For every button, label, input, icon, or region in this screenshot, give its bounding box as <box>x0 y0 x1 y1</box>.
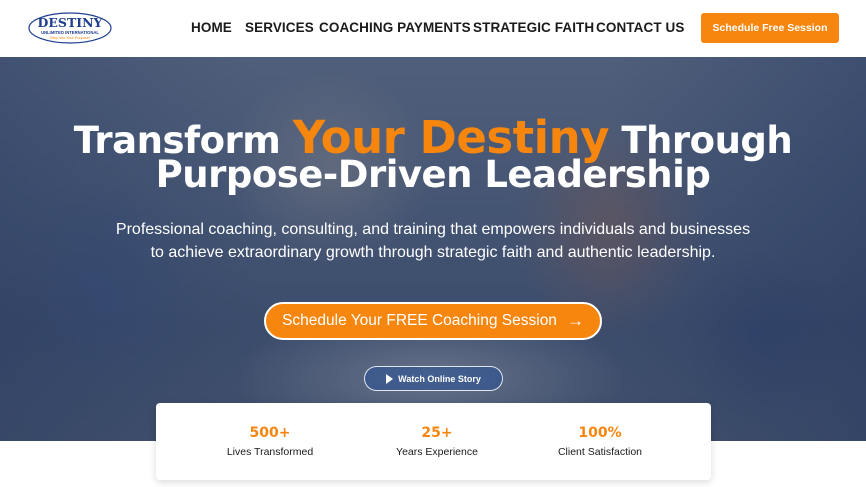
nav-home[interactable]: HOME <box>191 20 232 35</box>
nav-coaching-payments[interactable]: COACHING PAYMENTS <box>319 20 471 35</box>
stat-value: 25+ <box>421 425 453 441</box>
play-icon <box>386 373 394 384</box>
nav-services[interactable]: SERVICES <box>245 20 314 35</box>
watch-online-story-button[interactable]: Watch Online Story <box>364 366 503 391</box>
stat-label: Years Experience <box>396 446 478 458</box>
hero-section: Transform Your Destiny Through Purpose-D… <box>0 57 866 441</box>
nav-contact-us[interactable]: CONTACT US <box>596 20 685 35</box>
logo-subtitle: UNLIMITED INTERNATIONAL <box>41 30 99 35</box>
hero-subtitle-line2: to achieve extraordinary growth through … <box>150 244 716 261</box>
stat-value: 500+ <box>249 425 291 441</box>
logo-tagline: Step Into Your Purpose! <box>50 36 90 40</box>
logo-wordmark: DESTINY <box>38 15 104 30</box>
hero-subtitle-line1: Professional coaching, consulting, and t… <box>115 221 751 238</box>
hero-headline-line2: Purpose-Driven Leadership <box>155 153 711 196</box>
stat-lives-transformed: 500+ Lives Transformed <box>190 425 350 458</box>
stat-value: 100% <box>578 425 622 441</box>
arrow-right-icon: → <box>566 311 584 330</box>
stat-label: Lives Transformed <box>226 446 314 458</box>
site-header: DESTINY UNLIMITED INTERNATIONAL Step Int… <box>0 0 866 57</box>
stat-years-experience: 25+ Years Experience <box>357 425 517 458</box>
schedule-coaching-session-button[interactable]: Schedule Your FREE Coaching Session → <box>264 302 602 340</box>
stat-label: Client Satisfaction <box>557 446 643 458</box>
stats-card: 500+ Lives Transformed 25+ Years Experie… <box>156 403 711 480</box>
schedule-free-session-button[interactable]: Schedule Free Session <box>701 13 839 43</box>
hero-cta-label: Schedule Your FREE Coaching Session <box>282 312 557 329</box>
stat-client-satisfaction: 100% Client Satisfaction <box>520 425 680 458</box>
watch-label: Watch Online Story <box>398 373 481 384</box>
nav-strategic-faith[interactable]: STRATEGIC FAITH <box>473 20 594 35</box>
destiny-logo[interactable]: DESTINY UNLIMITED INTERNATIONAL Step Int… <box>28 11 112 45</box>
